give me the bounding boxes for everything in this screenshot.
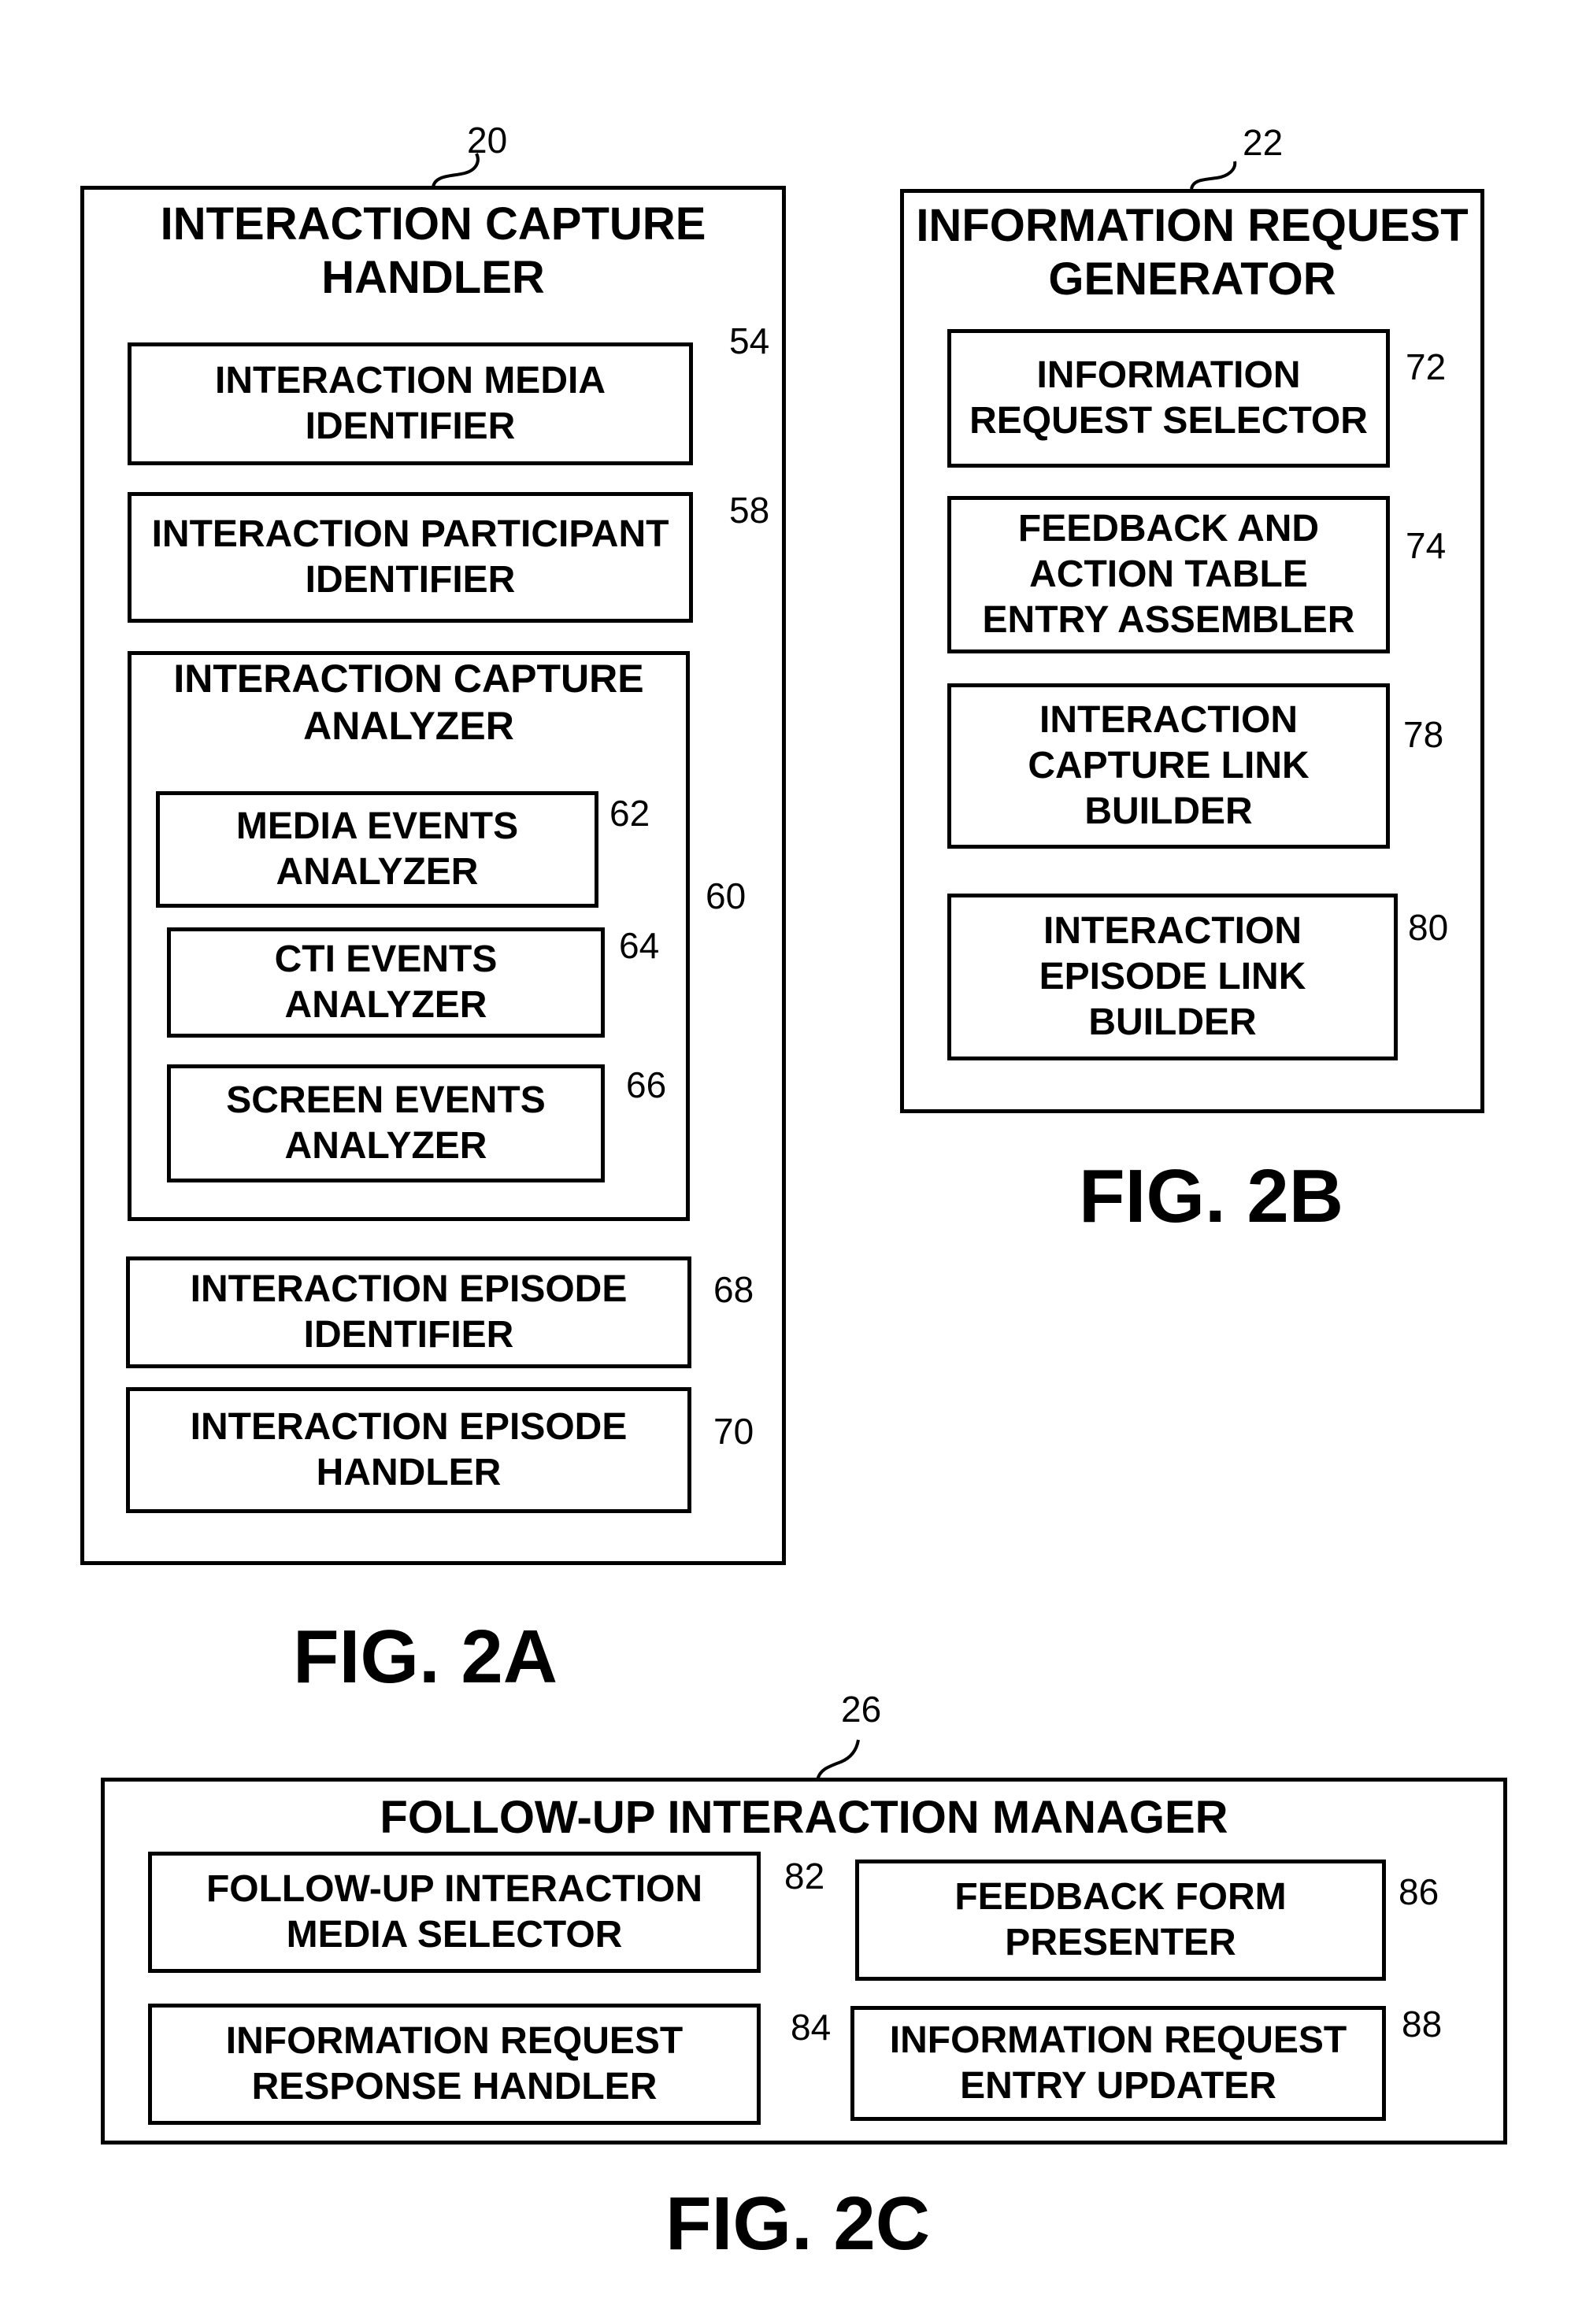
- interaction-episode-link-builder-label: INTERACTION EPISODE LINK BUILDER: [1039, 910, 1306, 1043]
- information-request-selector-label: INFORMATION REQUEST SELECTOR: [969, 354, 1368, 442]
- ref-58: 58: [729, 490, 770, 531]
- ref-88: 88: [1402, 2004, 1443, 2045]
- ref-84: 84: [791, 2007, 832, 2048]
- ref-78: 78: [1403, 714, 1444, 755]
- information-request-selector: INFORMATION REQUEST SELECTOR: [947, 329, 1390, 468]
- interaction-capture-link-builder: INTERACTION CAPTURE LINK BUILDER: [947, 683, 1390, 849]
- information-request-entry-updater: INFORMATION REQUEST ENTRY UPDATER: [850, 2006, 1386, 2121]
- interaction-media-identifier-label: INTERACTION MEDIA IDENTIFIER: [215, 360, 606, 447]
- follow-up-interaction-media-selector-label: FOLLOW-UP INTERACTION MEDIA SELECTOR: [206, 1868, 703, 1956]
- interaction-episode-identifier: INTERACTION EPISODE IDENTIFIER: [126, 1256, 691, 1368]
- ref-86: 86: [1399, 1871, 1439, 1912]
- interaction-participant-identifier-label: INTERACTION PARTICIPANT IDENTIFIER: [151, 513, 669, 601]
- ref-66: 66: [626, 1064, 667, 1105]
- interaction-capture-handler-title: INTERACTION CAPTURE HANDLER: [160, 198, 706, 303]
- ref-74: 74: [1406, 525, 1447, 566]
- leader-26: [816, 1739, 860, 1782]
- fig-2a-caption: FIG. 2A: [293, 1615, 558, 1699]
- fig-2b-caption: FIG. 2B: [1079, 1154, 1344, 1238]
- feedback-form-presenter-label: FEEDBACK FORM PRESENTER: [954, 1876, 1287, 1963]
- fig-2c-caption: FIG. 2C: [665, 2182, 931, 2266]
- feedback-action-table-entry-assembler: FEEDBACK AND ACTION TABLE ENTRY ASSEMBLE…: [947, 496, 1390, 653]
- ref-82: 82: [784, 1856, 825, 1897]
- ref-22: 22: [1243, 122, 1284, 163]
- ref-72: 72: [1406, 346, 1447, 387]
- information-request-response-handler: INFORMATION REQUEST RESPONSE HANDLER: [148, 2004, 761, 2125]
- interaction-capture-link-builder-label: INTERACTION CAPTURE LINK BUILDER: [1028, 699, 1310, 832]
- ref-64: 64: [619, 925, 660, 966]
- follow-up-interaction-manager-title: FOLLOW-UP INTERACTION MANAGER: [380, 1792, 1228, 1843]
- ref-70: 70: [713, 1411, 754, 1452]
- media-events-analyzer: MEDIA EVENTS ANALYZER: [156, 791, 598, 908]
- screen-events-analyzer: SCREEN EVENTS ANALYZER: [167, 1064, 605, 1182]
- screen-events-analyzer-label: SCREEN EVENTS ANALYZER: [226, 1079, 546, 1167]
- follow-up-interaction-media-selector: FOLLOW-UP INTERACTION MEDIA SELECTOR: [148, 1852, 761, 1973]
- interaction-participant-identifier: INTERACTION PARTICIPANT IDENTIFIER: [128, 492, 693, 623]
- cti-events-analyzer-label: CTI EVENTS ANALYZER: [274, 938, 498, 1026]
- ref-20: 20: [467, 120, 508, 161]
- ref-62: 62: [609, 793, 650, 834]
- ref-68: 68: [713, 1269, 754, 1310]
- ref-54: 54: [729, 320, 770, 361]
- interaction-episode-identifier-label: INTERACTION EPISODE IDENTIFIER: [190, 1268, 628, 1356]
- feedback-form-presenter: FEEDBACK FORM PRESENTER: [855, 1860, 1386, 1981]
- ref-26: 26: [841, 1689, 882, 1730]
- cti-events-analyzer: CTI EVENTS ANALYZER: [167, 927, 605, 1038]
- ref-60: 60: [706, 875, 747, 916]
- information-request-entry-updater-label: INFORMATION REQUEST ENTRY UPDATER: [889, 2019, 1347, 2107]
- media-events-analyzer-label: MEDIA EVENTS ANALYZER: [235, 805, 519, 893]
- information-request-response-handler-label: INFORMATION REQUEST RESPONSE HANDLER: [225, 2020, 684, 2108]
- leader-22: [1190, 161, 1237, 190]
- interaction-capture-analyzer-title: INTERACTION CAPTURE ANALYZER: [173, 657, 644, 748]
- information-request-generator-title: INFORMATION REQUEST GENERATOR: [916, 200, 1469, 305]
- ref-80: 80: [1408, 907, 1449, 948]
- interaction-media-identifier: INTERACTION MEDIA IDENTIFIER: [128, 342, 693, 465]
- interaction-episode-link-builder: INTERACTION EPISODE LINK BUILDER: [947, 894, 1398, 1060]
- interaction-episode-handler-label: INTERACTION EPISODE HANDLER: [190, 1406, 628, 1493]
- feedback-action-table-entry-assembler-label: FEEDBACK AND ACTION TABLE ENTRY ASSEMBLE…: [982, 508, 1355, 641]
- interaction-episode-handler: INTERACTION EPISODE HANDLER: [126, 1387, 691, 1513]
